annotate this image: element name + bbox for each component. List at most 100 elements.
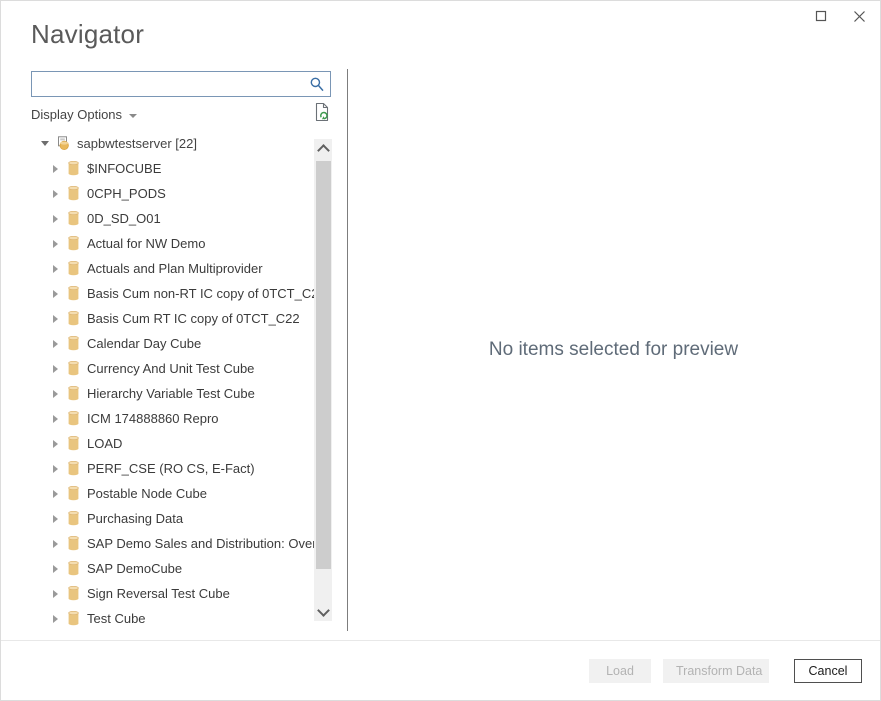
expander-toggle[interactable] bbox=[47, 481, 63, 506]
expander-toggle[interactable] bbox=[47, 181, 63, 206]
cube-icon bbox=[63, 160, 83, 178]
tree-item-label: Test Cube bbox=[87, 611, 146, 626]
tree-item-label: Actual for NW Demo bbox=[87, 236, 205, 251]
expander-toggle[interactable] bbox=[47, 381, 63, 406]
display-options-dropdown[interactable]: Display Options bbox=[31, 105, 137, 123]
scroll-down-button[interactable] bbox=[315, 602, 332, 621]
cube-icon bbox=[63, 610, 83, 628]
tree-root-label: sapbwtestserver [22] bbox=[77, 136, 197, 151]
tree-root-node[interactable]: sapbwtestserver [22] bbox=[31, 131, 314, 156]
refresh-preview-icon[interactable] bbox=[314, 102, 332, 122]
triangle-right-icon bbox=[53, 365, 58, 373]
cube-icon bbox=[63, 435, 83, 453]
tree-item[interactable]: SAP Demo Sales and Distribution: Overvie… bbox=[31, 531, 314, 556]
tree-item[interactable]: ICM 174888860 Repro bbox=[31, 406, 314, 431]
tree-item[interactable]: Postable Node Cube bbox=[31, 481, 314, 506]
cube-icon bbox=[63, 460, 83, 478]
triangle-right-icon bbox=[53, 490, 58, 498]
close-icon bbox=[853, 10, 866, 23]
tree-item[interactable]: Basis Cum non-RT IC copy of 0TCT_C22 bbox=[31, 281, 314, 306]
expander-toggle[interactable] bbox=[47, 331, 63, 356]
cube-icon bbox=[63, 285, 83, 303]
object-tree[interactable]: sapbwtestserver [22] $INFOCUBE 0CPH_PODS 0… bbox=[31, 131, 314, 631]
cube-icon bbox=[63, 410, 83, 428]
cube-icon bbox=[63, 260, 83, 278]
cube-icon bbox=[63, 560, 83, 578]
page-title: Navigator bbox=[31, 19, 144, 50]
tree-item-label: PERF_CSE (RO CS, E-Fact) bbox=[87, 461, 255, 476]
triangle-right-icon bbox=[53, 565, 58, 573]
cube-icon bbox=[63, 510, 83, 528]
expander-toggle[interactable] bbox=[47, 306, 63, 331]
close-button[interactable] bbox=[840, 1, 878, 31]
search-icon[interactable] bbox=[309, 76, 325, 97]
preview-pane: No items selected for preview bbox=[348, 69, 879, 631]
scroll-up-button[interactable] bbox=[315, 139, 332, 158]
tree-item[interactable]: Basis Cum RT IC copy of 0TCT_C22 bbox=[31, 306, 314, 331]
expander-toggle[interactable] bbox=[47, 506, 63, 531]
expander-toggle[interactable] bbox=[47, 456, 63, 481]
tree-item-label: Postable Node Cube bbox=[87, 486, 207, 501]
title-bar: Navigator bbox=[1, 1, 880, 61]
expander-toggle[interactable] bbox=[47, 406, 63, 431]
tree-scrollbar[interactable] bbox=[314, 139, 332, 621]
triangle-down-icon bbox=[41, 141, 49, 146]
tree-item[interactable]: SAP DemoCube bbox=[31, 556, 314, 581]
expander-toggle[interactable] bbox=[47, 531, 63, 556]
expander-toggle[interactable] bbox=[47, 206, 63, 231]
triangle-right-icon bbox=[53, 465, 58, 473]
server-icon bbox=[53, 135, 73, 153]
tree-item-label: Purchasing Data bbox=[87, 511, 183, 526]
expander-toggle[interactable] bbox=[47, 356, 63, 381]
triangle-right-icon bbox=[53, 590, 58, 598]
search-input[interactable] bbox=[38, 72, 298, 96]
tree-item[interactable]: PERF_CSE (RO CS, E-Fact) bbox=[31, 456, 314, 481]
tree-item-label: Calendar Day Cube bbox=[87, 336, 201, 351]
expander-toggle[interactable] bbox=[47, 281, 63, 306]
scrollbar-thumb[interactable] bbox=[316, 161, 331, 569]
expander-toggle[interactable] bbox=[47, 431, 63, 456]
cube-icon bbox=[63, 585, 83, 603]
triangle-right-icon bbox=[53, 615, 58, 623]
tree-item[interactable]: Actuals and Plan Multiprovider bbox=[31, 256, 314, 281]
tree-item-label: SAP DemoCube bbox=[87, 561, 182, 576]
expander-toggle[interactable] bbox=[47, 156, 63, 181]
chevron-up-icon bbox=[317, 144, 330, 157]
expander-toggle[interactable] bbox=[47, 256, 63, 281]
cancel-button[interactable]: Cancel bbox=[794, 659, 862, 683]
expander-toggle[interactable] bbox=[47, 606, 63, 631]
maximize-icon bbox=[815, 10, 827, 22]
expander-toggle[interactable] bbox=[37, 131, 53, 156]
triangle-right-icon bbox=[53, 440, 58, 448]
expander-toggle[interactable] bbox=[47, 581, 63, 606]
tree-item-label: 0D_SD_O01 bbox=[87, 211, 161, 226]
tree-item[interactable]: Purchasing Data bbox=[31, 506, 314, 531]
search-box[interactable] bbox=[31, 71, 331, 97]
transform-data-button[interactable]: Transform Data bbox=[663, 659, 769, 683]
tree-item[interactable]: $INFOCUBE bbox=[31, 156, 314, 181]
tree-item-label: $INFOCUBE bbox=[87, 161, 161, 176]
tree-item[interactable]: Calendar Day Cube bbox=[31, 331, 314, 356]
tree-item[interactable]: Test Cube bbox=[31, 606, 314, 631]
tree-item[interactable]: Sign Reversal Test Cube bbox=[31, 581, 314, 606]
cube-icon bbox=[63, 360, 83, 378]
navigator-dialog: Navigator bbox=[0, 0, 881, 701]
tree-item[interactable]: 0D_SD_O01 bbox=[31, 206, 314, 231]
tree-item[interactable]: Currency And Unit Test Cube bbox=[31, 356, 314, 381]
cube-icon bbox=[63, 535, 83, 553]
load-button[interactable]: Load bbox=[589, 659, 651, 683]
cube-icon bbox=[63, 485, 83, 503]
tree-item[interactable]: Hierarchy Variable Test Cube bbox=[31, 381, 314, 406]
tree-item[interactable]: LOAD bbox=[31, 431, 314, 456]
expander-toggle[interactable] bbox=[47, 231, 63, 256]
expander-toggle[interactable] bbox=[47, 556, 63, 581]
maximize-button[interactable] bbox=[802, 1, 840, 31]
display-options-label: Display Options bbox=[31, 107, 122, 122]
triangle-right-icon bbox=[53, 340, 58, 348]
tree-item[interactable]: 0CPH_PODS bbox=[31, 181, 314, 206]
tree-item-label: 0CPH_PODS bbox=[87, 186, 166, 201]
tree-item-label: Basis Cum non-RT IC copy of 0TCT_C22 bbox=[87, 286, 314, 301]
triangle-right-icon bbox=[53, 290, 58, 298]
tree-item[interactable]: Actual for NW Demo bbox=[31, 231, 314, 256]
triangle-right-icon bbox=[53, 240, 58, 248]
